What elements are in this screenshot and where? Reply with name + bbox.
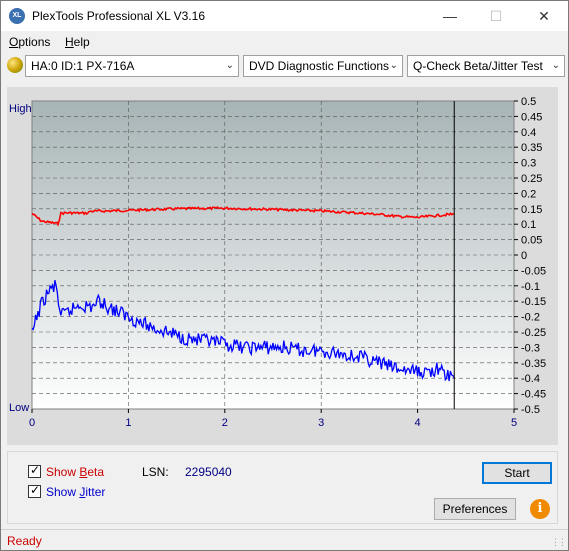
test-select[interactable]: Q-Check Beta/Jitter Test ⌄	[407, 55, 565, 77]
x-tick-label: 5	[511, 417, 517, 429]
drive-select-value: HA:0 ID:1 PX-716A	[31, 59, 135, 73]
status-text: Ready	[7, 534, 42, 548]
y-tick-label: 0.1	[521, 219, 536, 231]
y-tick-label: -0.1	[521, 281, 540, 293]
resize-grip-icon[interactable]: ⋮⋮	[551, 537, 567, 548]
info-icon: i	[537, 501, 543, 516]
y-tick-label: -0.5	[521, 404, 540, 416]
start-button[interactable]: Start	[482, 462, 552, 484]
close-button[interactable]: ✕	[521, 1, 567, 31]
y-tick-label: 0.45	[521, 111, 542, 123]
chevron-down-icon: ⌄	[551, 60, 560, 71]
menu-options[interactable]: Options	[9, 35, 50, 49]
y-tick-label: 0.5	[521, 96, 536, 108]
y-tick-label: -0.2	[521, 312, 540, 324]
y-axis-ticks: 0.5 0.45 0.4 0.35 0.3 0.25 0.2 0.15 0.1 0.05 0 -0.0…	[514, 96, 546, 416]
disc-drive-icon	[7, 57, 23, 73]
beta-jitter-chart: High Low 0 1 2 3 4 5 0.5 0.45 0.4 0.35 0.3 0.25 0.2…	[9, 96, 546, 429]
show-beta-label-start: Show	[46, 465, 80, 479]
y-tick-label: 0.25	[521, 173, 542, 185]
check-icon: ✓	[30, 483, 41, 497]
y-tick-label: 0.4	[521, 127, 536, 139]
menu-options-mnemonic: O	[9, 35, 19, 49]
show-beta-checkbox[interactable]: ✓	[28, 463, 41, 478]
x-tick-label: 0	[29, 417, 35, 429]
show-jitter-checkbox[interactable]: ✓	[28, 483, 41, 498]
close-icon: ✕	[538, 8, 550, 24]
y-tick-label: 0	[521, 250, 527, 262]
y-tick-label: -0.25	[521, 327, 546, 339]
axis-label-high: High	[9, 103, 32, 115]
show-jitter-label-start: Show	[46, 485, 80, 499]
x-tick-label: 1	[125, 417, 131, 429]
y-tick-label: -0.35	[521, 358, 546, 370]
app-window: XL PlexTools Professional XL V3.16 — ☐ ✕…	[0, 0, 569, 551]
minimize-icon: —	[443, 8, 457, 24]
y-tick-label: 0.3	[521, 158, 536, 170]
start-button-label: Start	[504, 466, 530, 480]
status-bar: Ready ⋮⋮	[1, 529, 568, 550]
grid	[32, 101, 514, 409]
maximize-icon: ☐	[489, 8, 503, 24]
maximize-button[interactable]: ☐	[473, 1, 519, 31]
function-select[interactable]: DVD Diagnostic Functions ⌄	[243, 55, 403, 77]
info-button[interactable]: i	[530, 499, 550, 519]
lsn-label: LSN:	[142, 465, 169, 479]
y-tick-label: -0.15	[521, 296, 546, 308]
show-beta-label-end: eta	[87, 465, 105, 479]
preferences-button-label: Preferences	[442, 502, 508, 516]
test-select-value: Q-Check Beta/Jitter Test	[413, 59, 543, 73]
axis-label-low: Low	[9, 402, 29, 414]
preferences-button[interactable]: Preferences	[434, 498, 516, 520]
y-tick-label: -0.3	[521, 342, 540, 354]
y-tick-label: -0.4	[521, 373, 540, 385]
show-jitter-label[interactable]: Show Jitter	[46, 485, 105, 499]
show-jitter-label-end: itter	[85, 485, 106, 499]
y-tick-label: 0.2	[521, 188, 536, 200]
lsn-value: 2295040	[185, 465, 232, 479]
menu-options-rest: ptions	[18, 35, 51, 49]
y-tick-label: -0.05	[521, 265, 546, 277]
y-tick-label: 0.05	[521, 235, 542, 247]
y-tick-label: -0.45	[521, 389, 546, 401]
window-title: PlexTools Professional XL V3.16	[32, 9, 205, 23]
check-icon: ✓	[30, 463, 41, 477]
menu-help[interactable]: Help	[65, 35, 90, 49]
menu-bar: Options Help	[1, 32, 568, 52]
chevron-down-icon: ⌄	[225, 60, 234, 71]
x-axis-ticks: 0 1 2 3 4 5	[29, 409, 517, 429]
menu-help-mnemonic: H	[65, 35, 74, 49]
plextools-logo-icon: XL	[9, 8, 25, 24]
options-panel: ✓ Show Beta ✓ Show Jitter LSN: 2295040 S…	[7, 451, 558, 524]
x-tick-label: 4	[415, 417, 421, 429]
toolbar: HA:0 ID:1 PX-716A ⌄ DVD Diagnostic Funct…	[1, 53, 568, 79]
x-tick-label: 3	[318, 417, 324, 429]
y-tick-label: 0.35	[521, 142, 542, 154]
drive-select[interactable]: HA:0 ID:1 PX-716A ⌄	[25, 55, 239, 77]
function-select-value: DVD Diagnostic Functions	[249, 59, 390, 73]
menu-help-rest: elp	[73, 35, 90, 49]
minimize-button[interactable]: —	[427, 1, 473, 31]
y-tick-label: 0.15	[521, 204, 542, 216]
show-beta-label[interactable]: Show Beta	[46, 465, 104, 479]
chevron-down-icon: ⌄	[389, 60, 398, 71]
x-tick-label: 2	[222, 417, 228, 429]
title-bar[interactable]: XL PlexTools Professional XL V3.16 — ☐ ✕	[1, 1, 568, 31]
chart-panel: High Low 0 1 2 3 4 5 0.5 0.45 0.4 0.35 0.3 0.25 0.2…	[7, 87, 558, 445]
